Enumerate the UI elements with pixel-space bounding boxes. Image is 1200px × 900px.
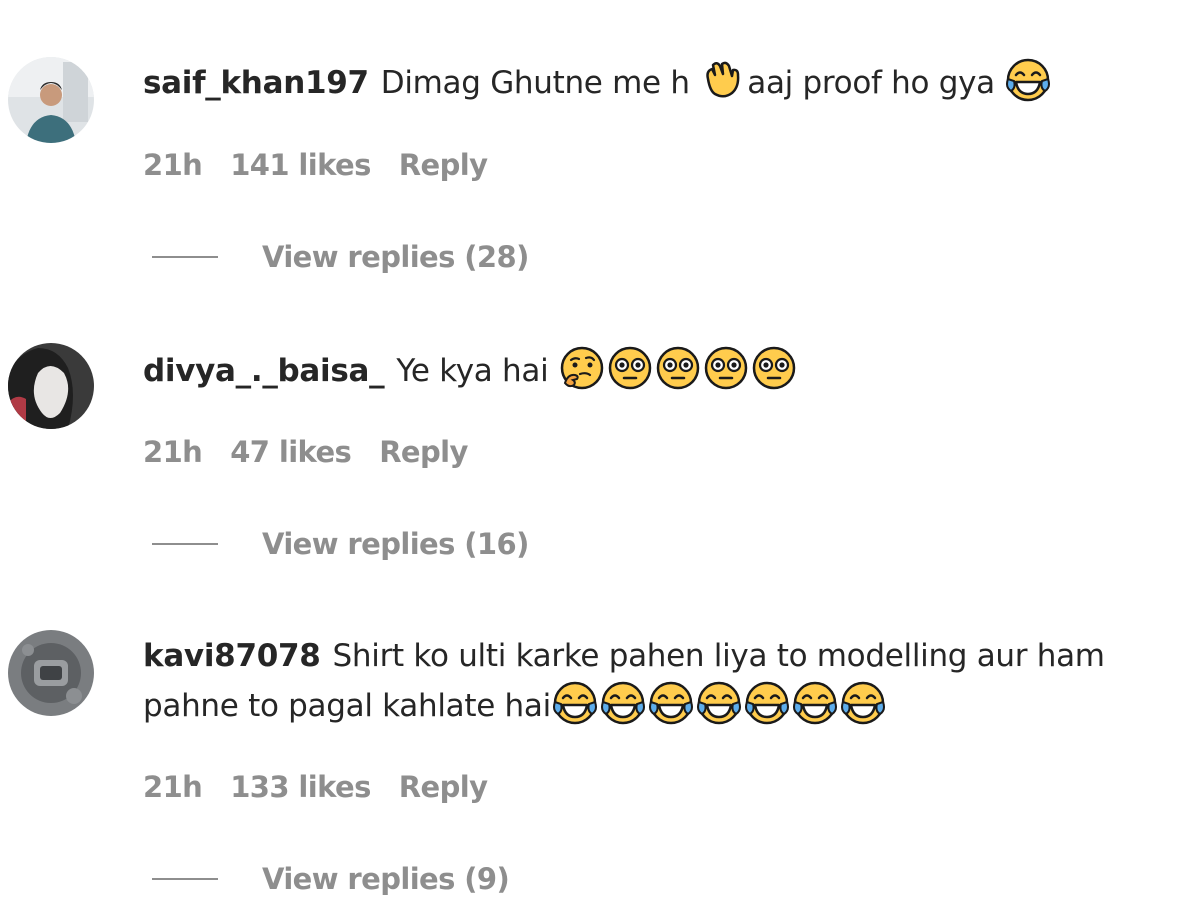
tears-of-joy-icon (648, 680, 694, 726)
like-count[interactable]: 141 likes (230, 148, 371, 182)
view-replies-button[interactable]: View replies (16) (152, 527, 529, 561)
like-count[interactable]: 47 likes (230, 435, 352, 469)
comment-meta: 21h 47 likes Reply (143, 435, 496, 469)
tears-of-joy-icon (792, 680, 838, 726)
tears-of-joy-icon (552, 680, 598, 726)
thinking-face-icon (559, 345, 605, 391)
flushed-face-icon (607, 345, 653, 391)
flushed-face-icon (751, 345, 797, 391)
like-count[interactable]: 133 likes (230, 770, 371, 804)
comment-time: 21h (143, 148, 203, 182)
flushed-face-icon (703, 345, 749, 391)
comment-meta: 21h 133 likes Reply (143, 770, 515, 804)
comment-text-cont: aaj proof ho gya (747, 65, 995, 101)
tears-of-joy-icon (600, 680, 646, 726)
username-link[interactable]: saif_khan197 (143, 65, 369, 101)
username-link[interactable]: kavi87078 (143, 638, 321, 674)
comment-body: divya_._baisa_ Ye kya hai (143, 345, 1180, 395)
comment-time: 21h (143, 770, 203, 804)
avatar[interactable] (8, 630, 94, 716)
view-replies-button[interactable]: View replies (28) (152, 240, 529, 274)
comment-text-line2: pahne to pagal kahlate hai (143, 688, 551, 724)
reply-button[interactable]: Reply (379, 435, 468, 469)
comment-text: Ye kya hai (396, 353, 549, 389)
divider-line (152, 878, 218, 880)
comment-body: saif_khan197 Dimag Ghutne me h aaj proof … (143, 57, 1180, 107)
comment-time: 21h (143, 435, 203, 469)
tears-of-joy-icon (744, 680, 790, 726)
comment-body: kavi87078 Shirt ko ulti karke pahen liya … (143, 632, 1180, 730)
tears-of-joy-icon (696, 680, 742, 726)
divider-line (152, 256, 218, 258)
comment-text: Shirt ko ulti karke pahen liya to modell… (332, 638, 1105, 674)
view-replies-label: View replies (16) (262, 527, 529, 561)
avatar[interactable] (8, 343, 94, 429)
flushed-face-icon (655, 345, 701, 391)
tears-of-joy-icon (1005, 57, 1051, 103)
view-replies-label: View replies (9) (262, 862, 510, 896)
divider-line (152, 543, 218, 545)
reply-button[interactable]: Reply (399, 770, 488, 804)
avatar[interactable] (8, 57, 94, 143)
tears-of-joy-icon (840, 680, 886, 726)
view-replies-button[interactable]: View replies (9) (152, 862, 510, 896)
username-link[interactable]: divya_._baisa_ (143, 353, 385, 389)
comment-text: Dimag Ghutne me h (380, 65, 690, 101)
clapping-hand-icon (700, 57, 746, 103)
comment-meta: 21h 141 likes Reply (143, 148, 515, 182)
view-replies-label: View replies (28) (262, 240, 529, 274)
reply-button[interactable]: Reply (399, 148, 488, 182)
